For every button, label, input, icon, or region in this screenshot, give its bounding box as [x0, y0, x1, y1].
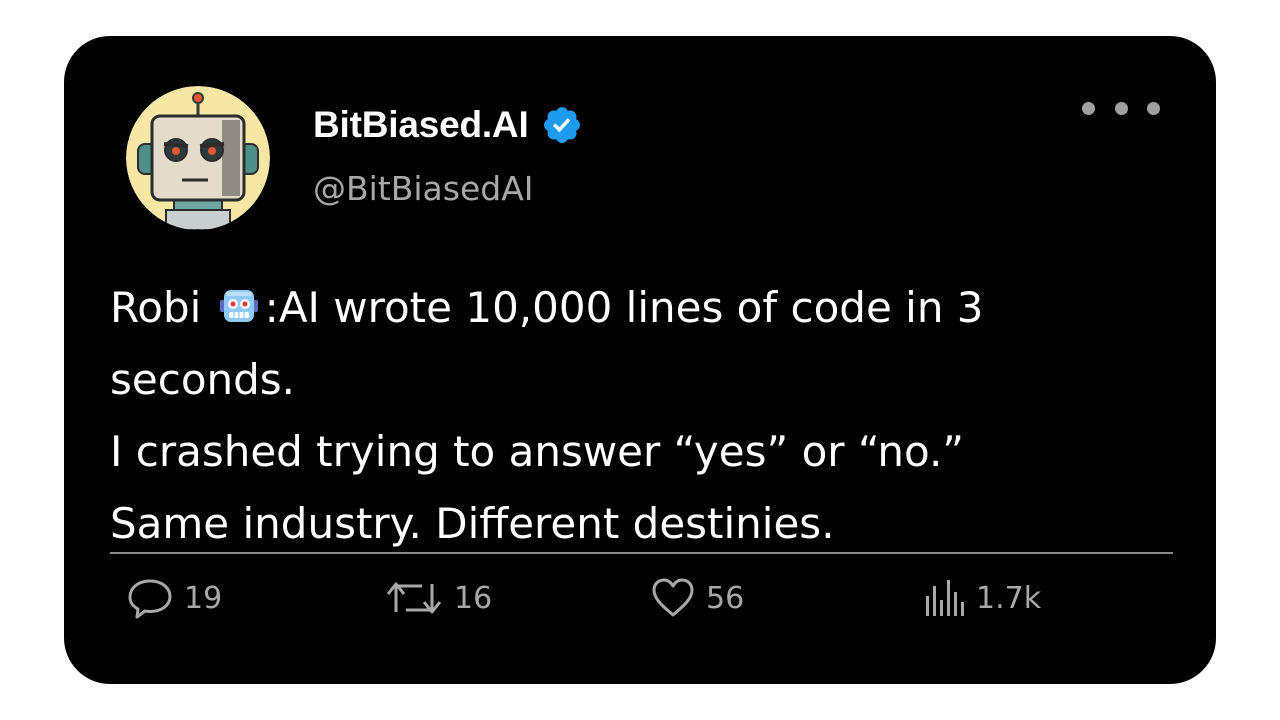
display-name[interactable]: BitBiased.AI — [313, 104, 529, 146]
like-button[interactable]: 56 — [650, 576, 744, 620]
post-text-line-1: Robi :AI wrote 10,000 lines of code in 3 — [110, 283, 984, 332]
post-text-line-2: seconds. — [110, 355, 296, 404]
robot-face-icon — [219, 290, 258, 322]
verified-badge-icon — [543, 107, 580, 143]
post-text: Robi :AI wrote 10,000 lines of code in 3… — [110, 272, 1190, 560]
views-bar-chart-icon — [926, 580, 964, 616]
robot-avatar-icon — [126, 86, 270, 230]
views-count: 1.7k — [976, 580, 1042, 616]
post-card: BitBiased.AI @BitBiasedAI Robi:AI wrote… — [64, 36, 1216, 684]
like-count: 56 — [706, 580, 745, 616]
reply-count: 19 — [184, 580, 223, 616]
retweet-button[interactable]: 16 — [384, 576, 492, 620]
more-dots-icon — [1082, 101, 1095, 115]
action-bar: 19 16 56 1.7k — [126, 576, 1106, 626]
views-button[interactable]: 1.7k — [924, 576, 1041, 620]
heart-icon — [652, 578, 694, 617]
user-handle[interactable]: @BitBiasedAI — [313, 169, 534, 208]
avatar[interactable] — [126, 86, 270, 230]
retweet-count: 16 — [454, 580, 493, 616]
retweet-icon — [386, 582, 442, 614]
divider — [110, 552, 1173, 554]
reply-bubble-icon — [128, 579, 172, 619]
reply-button[interactable]: 19 — [126, 576, 222, 620]
author-name-row: BitBiased.AI — [313, 104, 583, 146]
more-options-button[interactable] — [1082, 96, 1160, 120]
post-text-line-3: I crashed trying to answer “yes” or “no.… — [110, 427, 965, 476]
post-text-line-4: Same industry. Different destinies. — [110, 499, 835, 548]
